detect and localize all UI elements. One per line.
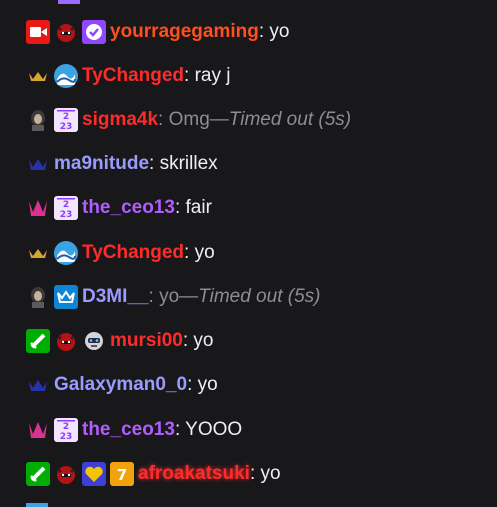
devil-avatar-badge-icon [54,329,78,353]
chat-message-text: : yo [182,330,214,351]
chat-username[interactable]: TyChanged [82,65,184,87]
chat-message-text: : yo [249,463,281,484]
timeout-notice: Timed out (5s) [198,286,321,307]
svg-text:2: 2 [63,200,69,210]
chat-message: ma9nitude: skrillex [26,150,497,178]
svg-text:2: 2 [63,422,69,432]
chat-message-text: : skrillex [149,153,218,174]
chat-username[interactable]: yourragegaming [110,21,259,43]
chat-username[interactable]: the_ceo13 [82,419,175,441]
chat-username[interactable]: TyChanged [82,242,184,264]
devil-avatar-badge-icon [54,20,78,44]
svg-text:23: 23 [60,122,73,132]
chat-message-text: : yo— [148,286,199,307]
chat-username[interactable]: sigma4k [82,109,158,131]
wave-badge-icon [54,64,78,88]
blue-crown-badge-icon [26,373,50,397]
heart-badge-icon [82,462,106,486]
moderator-sword-badge-icon [26,329,50,353]
chat-message: 2 23 the_ceo13: fair [26,194,497,222]
clipped-badge-bottom [26,503,48,507]
chat-message-text: : fair [174,197,212,218]
chat-message: 7 afroakatsuki: yo [26,460,497,488]
wave-badge-icon [54,241,78,265]
pink-crown-badge-icon [26,196,50,220]
sub-2023-badge-icon: 2 23 [54,108,78,132]
chat-message: D3MI__: yo— Timed out (5s) [26,283,497,311]
blue-crown-badge-icon [26,152,50,176]
gold-crown-badge-icon [26,241,50,265]
chat-message-text: : yo [258,21,290,42]
svg-text:23: 23 [60,432,73,442]
devil-avatar-badge-icon [54,462,78,486]
chat-message: mursi00: yo [26,327,497,355]
chat-message: 2 23 sigma4k: Omg— Timed out (5s) [26,106,497,134]
sub-2023-badge-icon: 2 23 [54,196,78,220]
chat-message-text: : yo [187,374,218,395]
chat-message-text: : ray j [184,65,231,86]
chat-message-text: : Omg— [158,109,229,130]
chat-message: TyChanged: ray j [26,62,497,90]
portrait-badge-icon [26,108,50,132]
chat-message: yourragegaming: yo [26,18,497,46]
svg-text:2: 2 [63,112,69,122]
portrait-badge-icon [26,285,50,309]
video-badge-icon [26,20,50,44]
timeout-notice: Timed out (5s) [228,109,352,130]
gold-gift-badge-icon: 7 [110,462,134,486]
svg-text:23: 23 [60,210,73,220]
chat-message: 2 23 the_ceo13: YOOO [26,416,497,444]
chat-message-text: : yo [184,242,215,263]
chat-message-text: : YOOO [174,419,243,440]
chat-message-list: yourragegaming: yo TyChanged: ray j 2 23 … [0,0,497,507]
chat-username[interactable]: mursi00 [110,330,183,352]
chat-message: Galaxyman0_0: yo [26,371,497,399]
gold-crown-badge-icon [26,64,50,88]
chat-message: TyChanged: yo [26,239,497,267]
chat-username[interactable]: the_ceo13 [82,197,175,219]
chat-username[interactable]: Galaxyman0_0 [54,374,187,396]
pink-crown-badge-icon [26,418,50,442]
prime-crown-badge-icon [54,285,78,309]
verified-badge-icon [82,20,106,44]
chat-username[interactable]: ma9nitude [54,153,149,175]
robot-badge-icon [82,329,106,353]
chat-username[interactable]: afroakatsuki [138,463,250,485]
moderator-sword-badge-icon [26,462,50,486]
svg-text:7: 7 [117,466,127,484]
chat-username[interactable]: D3MI__ [82,286,149,308]
clipped-badge-top [58,0,80,4]
sub-2023-badge-icon: 2 23 [54,418,78,442]
